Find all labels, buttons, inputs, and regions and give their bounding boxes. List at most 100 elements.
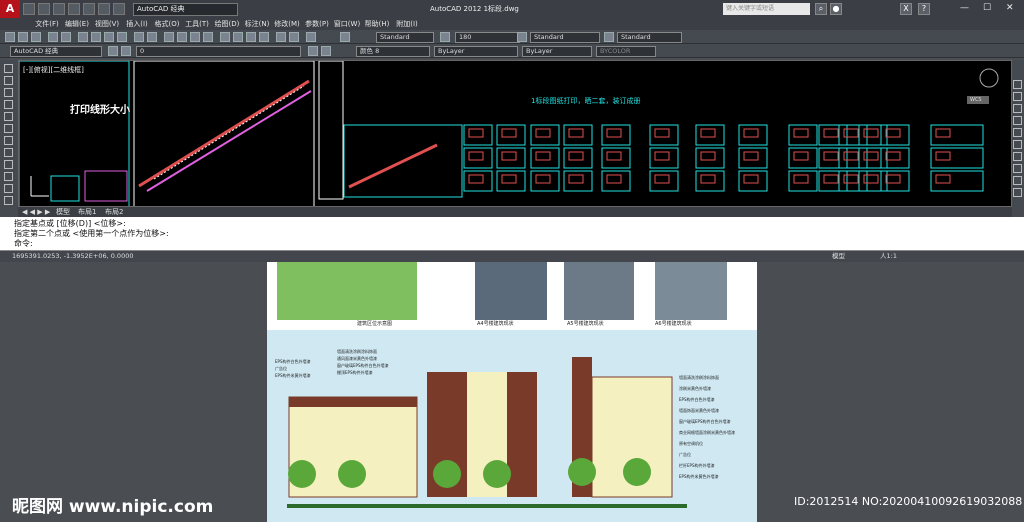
command-window[interactable]: 指定基点或 [位移(D)] <位移>: 指定第二个点或 <使用第一个点作为位移>… [0, 217, 1024, 251]
menu-addons[interactable]: 附加(I) [392, 18, 422, 30]
paste-icon[interactable] [104, 32, 114, 42]
annotation-scale[interactable]: 人1:1 [880, 251, 897, 262]
layer-manager-icon[interactable] [108, 46, 118, 56]
menu-help[interactable]: 帮助(H) [362, 18, 392, 30]
menu-dimension[interactable]: 标注(N) [242, 18, 272, 30]
lineweight-select[interactable]: ByLayer [522, 46, 592, 57]
trim-icon[interactable] [1013, 176, 1022, 185]
design-center-icon[interactable] [233, 32, 243, 42]
hatch-icon[interactable] [4, 196, 13, 205]
spline-icon[interactable] [4, 160, 13, 169]
help-icon[interactable]: ? [918, 3, 930, 15]
maximize-button[interactable]: ☐ [983, 3, 991, 13]
print-icon[interactable] [48, 32, 58, 42]
cut-icon[interactable] [78, 32, 88, 42]
menu-insert[interactable]: 插入(I) [122, 18, 152, 30]
help-icon[interactable] [306, 32, 316, 42]
linetype-select[interactable]: ByLayer [434, 46, 518, 57]
xline-icon[interactable] [4, 76, 13, 85]
polyline-icon[interactable] [4, 88, 13, 97]
text-height-select[interactable]: 180 [455, 32, 520, 43]
pan-icon[interactable] [164, 32, 174, 42]
redo-icon[interactable] [147, 32, 157, 42]
menu-format[interactable]: 格式(O) [152, 18, 182, 30]
circle-icon[interactable] [4, 136, 13, 145]
extend-icon[interactable] [1013, 188, 1022, 197]
undo-icon[interactable] [134, 32, 144, 42]
autocad-logo[interactable]: A [0, 0, 20, 18]
zoom-previous-icon[interactable] [203, 32, 213, 42]
minimize-button[interactable]: — [960, 3, 969, 13]
rectangle-icon[interactable] [4, 112, 13, 121]
menu-modify[interactable]: 修改(M) [272, 18, 302, 30]
ellipse-icon[interactable] [4, 172, 13, 181]
undo-icon[interactable] [98, 3, 110, 15]
quickcalc-icon[interactable] [289, 32, 299, 42]
tab-layout2[interactable]: 布局2 [105, 207, 123, 217]
search-input[interactable]: 键入关键字或短语 [723, 3, 810, 15]
print-icon[interactable] [83, 3, 95, 15]
line-icon[interactable] [4, 64, 13, 73]
menu-draw[interactable]: 绘图(D) [212, 18, 242, 30]
new-icon[interactable] [23, 3, 35, 15]
signin-icon[interactable]: ● [830, 3, 842, 15]
menu-tools[interactable]: 工具(T) [182, 18, 212, 30]
save-icon[interactable] [53, 3, 65, 15]
menu-window[interactable]: 窗口(W) [332, 18, 362, 30]
color-select[interactable]: 颜色 8 [356, 46, 430, 57]
open-icon[interactable] [38, 3, 50, 15]
mirror-icon[interactable] [1013, 104, 1022, 113]
copy-icon[interactable] [91, 32, 101, 42]
layer-state-icon[interactable] [121, 46, 131, 56]
new-icon[interactable] [5, 32, 15, 42]
drawing-canvas[interactable]: [-][俯视][二维线框] 打印线形大小 1标段图纸打印，晒二套，装订成册 WC… [18, 60, 1012, 207]
properties-icon[interactable] [220, 32, 230, 42]
wcs-label[interactable]: WCS [970, 97, 982, 103]
sheet-content [823, 151, 839, 161]
markup-icon[interactable] [276, 32, 286, 42]
search-icon[interactable]: ⌕ [815, 3, 827, 15]
rotate-icon[interactable] [1013, 152, 1022, 161]
menu-edit[interactable]: 编辑(E) [62, 18, 92, 30]
tool-palettes-icon[interactable] [246, 32, 256, 42]
menu-view[interactable]: 视图(V) [92, 18, 122, 30]
layer-select[interactable]: 0 [136, 46, 301, 57]
erase-icon[interactable] [1013, 80, 1022, 89]
polygon-icon[interactable] [4, 100, 13, 109]
array-icon[interactable] [1013, 128, 1022, 137]
copy-object-icon[interactable] [1013, 92, 1022, 101]
move-icon[interactable] [1013, 140, 1022, 149]
exchange-icon[interactable]: X [900, 3, 912, 15]
zoom-window-icon[interactable] [190, 32, 200, 42]
save-icon[interactable] [31, 32, 41, 42]
text-style-select[interactable]: Standard [376, 32, 434, 43]
saveas-icon[interactable] [68, 3, 80, 15]
tab-nav-arrows[interactable]: ◀ ◀ ▶ ▶ [22, 207, 50, 217]
layer-previous-icon[interactable] [321, 46, 331, 56]
command-prompt[interactable]: 命令: [14, 239, 1024, 249]
cloud-icon[interactable] [4, 148, 13, 157]
scale-icon[interactable] [1013, 164, 1022, 173]
tab-model[interactable]: 模型 [56, 207, 70, 217]
model-toggle[interactable]: 模型 [832, 251, 845, 262]
tab-layout1[interactable]: 布局1 [78, 207, 96, 217]
redo-icon[interactable] [113, 3, 125, 15]
viewport-label[interactable]: [-][俯视][二维线框] [23, 65, 84, 75]
match-icon[interactable] [117, 32, 127, 42]
make-current-icon[interactable] [308, 46, 318, 56]
sheet-set-icon[interactable] [259, 32, 269, 42]
plotstyle-select[interactable]: BYCOLOR [596, 46, 656, 57]
workspace-select[interactable]: AutoCAD 经典 [133, 2, 238, 16]
dim-style-select[interactable]: Standard [530, 32, 600, 43]
close-button[interactable]: ✕ [1006, 3, 1014, 13]
menu-file[interactable]: 文件(F) [32, 18, 62, 30]
menu-parametric[interactable]: 参数(P) [302, 18, 332, 30]
open-icon[interactable] [18, 32, 28, 42]
preview-icon[interactable] [61, 32, 71, 42]
insert-block-icon[interactable] [4, 184, 13, 193]
offset-icon[interactable] [1013, 116, 1022, 125]
arc-icon[interactable] [4, 124, 13, 133]
zoom-icon[interactable] [177, 32, 187, 42]
workspace-select-2[interactable]: AutoCAD 经典 [10, 46, 102, 57]
table-style-select[interactable]: Standard [617, 32, 682, 43]
